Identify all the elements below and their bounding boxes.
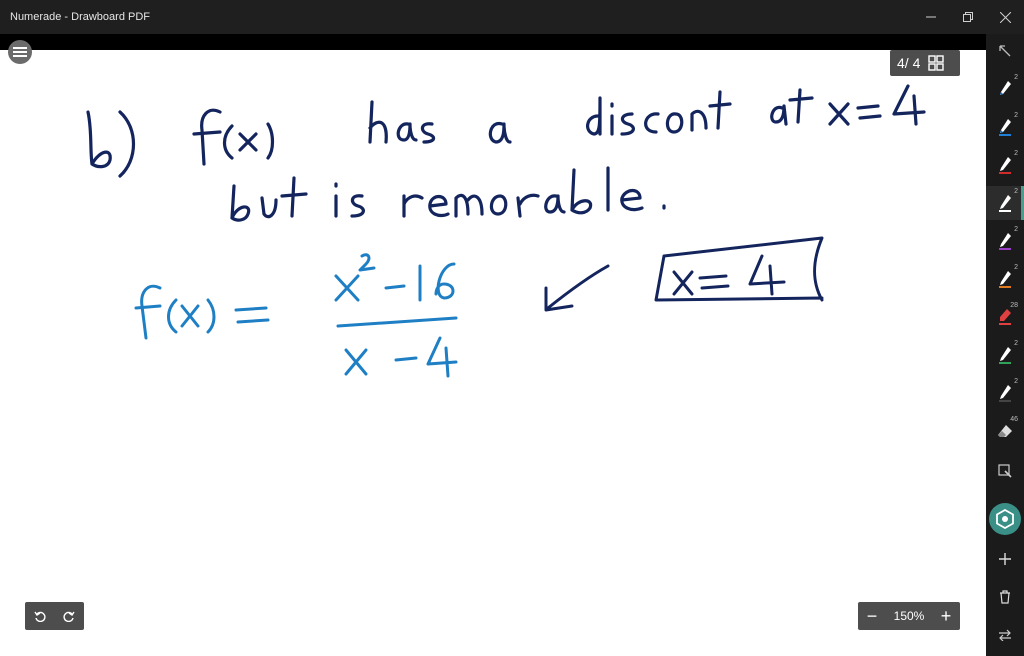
pen-green-button[interactable]: 2 <box>986 338 1024 372</box>
delete-button[interactable] <box>986 580 1024 614</box>
eraser-button[interactable]: 46 <box>986 414 1024 448</box>
handwritten-ink <box>86 84 926 378</box>
tool-badge: 2 <box>1014 112 1018 119</box>
pointer-tool-button[interactable] <box>986 34 1024 68</box>
trash-icon <box>1000 590 1010 604</box>
restore-button[interactable] <box>951 6 985 28</box>
hamburger-icon <box>13 47 27 57</box>
menu-button[interactable] <box>8 40 32 64</box>
ink-boxed-x4 <box>672 270 694 296</box>
tool-badge: 2 <box>1014 264 1018 271</box>
pen-orange-button[interactable]: 2 <box>986 262 1024 296</box>
minimize-button[interactable] <box>914 6 948 28</box>
restore-icon <box>963 12 973 22</box>
tool-badge: 46 <box>1010 416 1018 423</box>
hexagon-icon <box>996 509 1014 529</box>
ink-b <box>86 110 112 169</box>
pen-icon <box>999 385 1011 402</box>
close-icon <box>999 11 1011 23</box>
pen-icon <box>1000 81 1011 95</box>
pen-active-button[interactable]: 2 <box>986 186 1024 220</box>
ink-but <box>230 184 251 222</box>
tool-sidebar: 2 2 2 2 2 2 28 2 2 46 <box>986 34 1024 656</box>
pen-icon <box>999 119 1011 136</box>
pen-icon <box>999 347 1011 364</box>
undo-icon <box>33 611 46 622</box>
pen-icon <box>999 271 1011 288</box>
redo-icon <box>62 611 75 622</box>
pen-icon <box>999 157 1011 174</box>
pointer-icon <box>999 45 1011 57</box>
tool-badge: 2 <box>1014 188 1018 195</box>
select-tool-button[interactable] <box>986 454 1024 488</box>
settings-hex-button[interactable] <box>989 503 1021 535</box>
tool-badge: 28 <box>1010 302 1018 309</box>
minimize-icon <box>926 16 936 18</box>
eraser-icon <box>998 425 1012 437</box>
pen-blue-2-button[interactable]: 2 <box>986 110 1024 144</box>
tool-badge: 2 <box>1014 74 1018 81</box>
window-title: Numerade - Drawboard PDF <box>10 11 150 23</box>
ink-discont <box>586 96 602 136</box>
pen-icon <box>999 195 1011 212</box>
swap-icon <box>999 629 1011 641</box>
page-number: 4/ 4 <box>897 55 921 71</box>
pen-red-button[interactable]: 2 <box>986 148 1024 182</box>
swap-sides-button[interactable] <box>986 618 1024 652</box>
grid-view-icon[interactable] <box>928 55 945 71</box>
zoom-control: − 150% + <box>858 602 960 630</box>
marker-red-button[interactable]: 28 <box>986 300 1024 334</box>
pen-icon <box>999 233 1011 250</box>
ink-numerator <box>334 274 360 302</box>
ink-paren <box>118 110 135 178</box>
redo-button[interactable] <box>54 602 83 630</box>
tool-badge: 2 <box>1014 150 1018 157</box>
ink-eq-f <box>134 284 162 340</box>
undo-redo-group <box>25 602 84 630</box>
pen-blue-1-button[interactable]: 2 <box>986 72 1024 106</box>
ink-x-eq-4 <box>828 102 850 126</box>
ink-removable <box>402 194 424 218</box>
ink-box <box>654 236 824 302</box>
add-button[interactable] <box>986 542 1024 576</box>
ink-a <box>488 121 512 144</box>
zoom-level: 150% <box>893 609 925 623</box>
ink-denominator <box>344 348 368 376</box>
plus-icon <box>999 553 1011 565</box>
tool-badge: 2 <box>1014 340 1018 347</box>
title-bar: Numerade - Drawboard PDF <box>0 0 1024 34</box>
ink-at <box>770 104 788 126</box>
ink-has <box>368 100 388 144</box>
pen-purple-button[interactable]: 2 <box>986 224 1024 258</box>
ink-fraction-bar <box>336 316 458 328</box>
select-icon <box>998 464 1012 478</box>
pdf-canvas[interactable]: 4/ 4 − 150% + <box>0 34 986 656</box>
marker-icon <box>999 309 1011 325</box>
pen-dark-button[interactable]: 2 <box>986 376 1024 410</box>
undo-button[interactable] <box>25 602 54 630</box>
zoom-out-button[interactable]: − <box>858 602 886 630</box>
tool-badge: 2 <box>1014 226 1018 233</box>
close-button[interactable] <box>988 6 1022 28</box>
zoom-in-button[interactable]: + <box>932 602 960 630</box>
ink-f <box>192 108 222 166</box>
ink-arrow <box>544 264 610 312</box>
page-indicator[interactable]: 4/ 4 <box>890 50 960 76</box>
tool-badge: 2 <box>1014 378 1018 385</box>
